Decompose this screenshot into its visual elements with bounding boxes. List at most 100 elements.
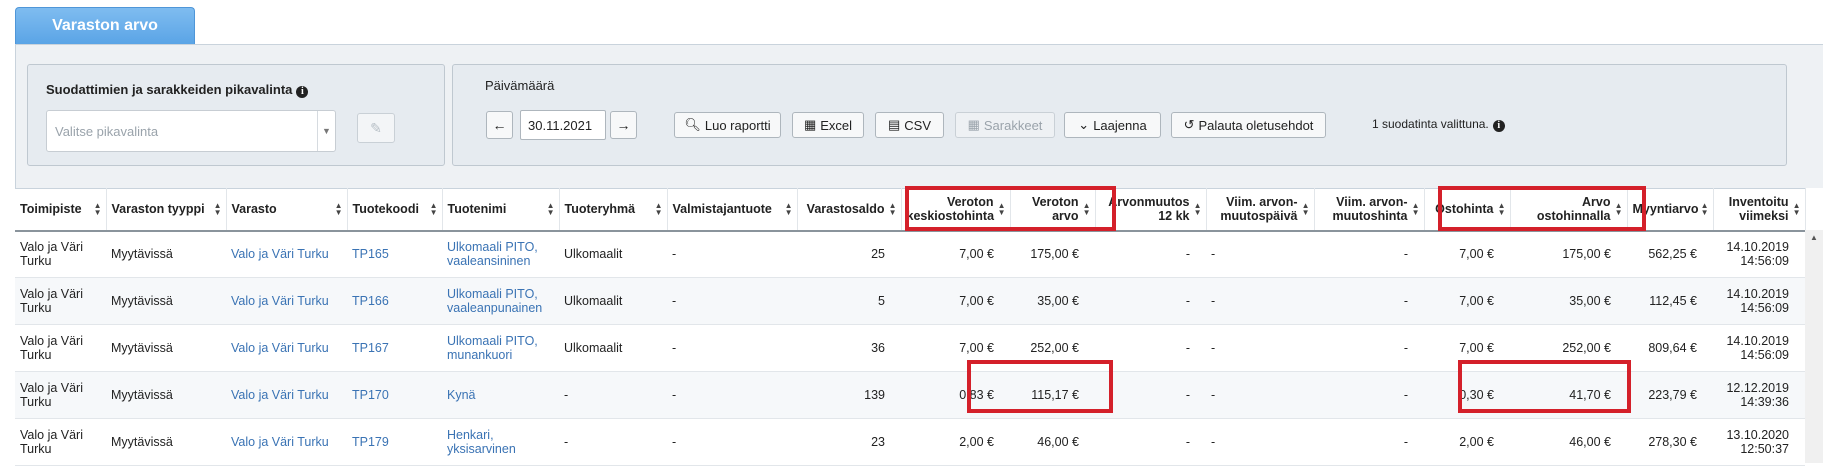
sort-icon[interactable]: ▲ ▼ [335,202,343,217]
search-icon: 🔍︎ [684,117,701,132]
column-header[interactable]: Myyntiarvo ▲ ▼ [1627,188,1714,232]
table-cell: TP179 [347,418,442,466]
sort-icon[interactable]: ▲ ▼ [889,202,897,217]
table-cell: Ulkomaali PITO, vaaleansininen [442,230,559,278]
table-cell-link[interactable]: Henkari, yksisarvinen [447,428,516,456]
column-header[interactable]: Inventoitu viimeksi ▲ ▼ [1713,188,1806,232]
column-header[interactable]: Valmistajantuote ▲ ▼ [667,188,798,232]
table-cell: TP170 [347,371,442,419]
table-cell: 7,00 € [1424,324,1510,372]
sort-icon[interactable]: ▲ ▼ [214,202,222,217]
sort-icon[interactable]: ▲ ▼ [1302,202,1310,217]
column-header[interactable]: Arvonmuutos 12 kk ▲ ▼ [1095,188,1207,232]
edit-icon: ✎ [370,119,382,136]
column-header[interactable]: Veroton arvo ▲ ▼ [1010,188,1096,232]
column-header[interactable]: Tuotenimi ▲ ▼ [442,188,560,232]
column-header-label: Varaston tyyppi [111,202,205,217]
vertical-scrollbar[interactable]: ▲ [1805,230,1823,463]
table-cell: Ulkomaali PITO, vaaleanpunainen [442,277,559,325]
quickselect-title: Suodattimien ja sarakkeiden pikavalinta i [46,82,309,98]
info-icon[interactable]: i [296,86,309,98]
table-cell-link[interactable]: TP179 [352,435,389,449]
edit-quickselect-button[interactable]: ✎ [357,113,395,143]
scroll-up-icon[interactable]: ▲ [1805,230,1823,246]
table-cell-link[interactable]: Valo ja Väri Turku [231,294,329,308]
csv-button[interactable]: ▤ CSV [875,112,944,138]
date-label: Päivämäärä [485,78,555,93]
prev-date-button[interactable]: ← [486,111,513,139]
sort-icon[interactable]: ▲ ▼ [998,202,1006,217]
table-cell-link[interactable]: TP170 [352,388,389,402]
table-cell: Valo ja Väri Turku [226,418,347,466]
reset-defaults-button[interactable]: ↺ Palauta oletusehdot [1171,112,1326,138]
column-header[interactable]: Varastosaldo ▲ ▼ [797,188,902,232]
columns-button[interactable]: ▦ Sarakkeet [955,112,1055,138]
sort-icon[interactable]: ▲ ▼ [655,202,663,217]
quickselect-dropdown[interactable]: Valitse pikavalinta ▼ [46,110,336,152]
table-cell: - [559,371,667,419]
column-header[interactable]: Arvo ostohinnalla ▲ ▼ [1510,188,1628,232]
table-cell: Valo ja Väri Turku [15,371,106,419]
table-cell: 252,00 € [1010,324,1095,372]
table-cell-link[interactable]: Valo ja Väri Turku [231,341,329,355]
sort-icon[interactable]: ▲ ▼ [1498,202,1506,217]
chevron-down-icon: ⌄ [1078,117,1090,132]
table-cell-link[interactable]: Valo ja Väri Turku [231,388,329,402]
column-header[interactable]: Varasto ▲ ▼ [226,188,348,232]
table-cell-link[interactable]: Kynä [447,388,476,402]
table-cell: Valo ja Väri Turku [226,277,347,325]
table-cell-link[interactable]: Ulkomaali PITO, vaaleanpunainen [447,287,542,315]
column-header[interactable]: Ostohinta ▲ ▼ [1424,188,1511,232]
create-report-button[interactable]: 🔍︎ Luo raportti [674,112,781,138]
table-cell: - [1095,324,1206,372]
table-cell: Ulkomaali PITO, munankuori [442,324,559,372]
next-date-button[interactable]: → [610,111,637,139]
table-cell-link[interactable]: Ulkomaali PITO, vaaleansininen [447,240,538,268]
column-header[interactable]: Viim. arvon-muutoshinta ▲ ▼ [1314,188,1425,232]
date-input[interactable]: 30.11.2021 [520,110,606,140]
table-cell-link[interactable]: Ulkomaali PITO, munankuori [447,334,538,362]
column-header-label: Veroton arvo [1031,195,1079,224]
sort-icon[interactable]: ▲ ▼ [1615,202,1623,217]
table-cell: - [559,418,667,466]
column-header-label: Arvo ostohinnalla [1536,195,1611,224]
sort-icon[interactable]: ▲ ▼ [1412,202,1420,217]
sort-icon[interactable]: ▲ ▼ [430,202,438,217]
table-cell-link[interactable]: TP166 [352,294,389,308]
column-header[interactable]: Veroton keskiostohinta ▲ ▼ [901,188,1011,232]
table-cell: Valo ja Väri Turku [226,324,347,372]
sort-icon[interactable]: ▲ ▼ [1701,202,1709,217]
table-cell: 0,83 € [901,371,1010,419]
table-cell: 23 [797,418,901,466]
sort-icon[interactable]: ▲ ▼ [547,202,555,217]
table-cell-link[interactable]: TP165 [352,247,389,261]
expand-button[interactable]: ⌄ Laajenna [1064,112,1161,138]
excel-button[interactable]: ▦ Excel [792,112,864,138]
table-cell-link[interactable]: Valo ja Väri Turku [231,435,329,449]
table-cell: - [1095,277,1206,325]
info-icon[interactable]: i [1492,120,1505,132]
table-cell: 7,00 € [1424,230,1510,278]
table-cell: TP165 [347,230,442,278]
undo-icon: ↺ [1183,117,1195,132]
table-cell: 25 [797,230,901,278]
table-cell: 7,00 € [1424,277,1510,325]
table-cell-link[interactable]: Valo ja Väri Turku [231,247,329,261]
quickselect-placeholder: Valitse pikavalinta [55,124,159,139]
table-cell: - [1206,418,1314,466]
column-header[interactable]: Varaston tyyppi ▲ ▼ [106,188,227,232]
sort-icon[interactable]: ▲ ▼ [1083,202,1091,217]
sort-icon[interactable]: ▲ ▼ [1793,202,1801,217]
table-cell-link[interactable]: TP167 [352,341,389,355]
table-cell: 5 [797,277,901,325]
column-header[interactable]: Viim. arvon-muutospäivä ▲ ▼ [1206,188,1315,232]
sort-icon[interactable]: ▲ ▼ [94,202,102,217]
column-header[interactable]: Tuoteryhmä ▲ ▼ [559,188,668,232]
column-header[interactable]: Toimipiste ▲ ▼ [15,188,107,232]
tab-varaston-arvo[interactable]: Varaston arvo [15,7,195,44]
column-header-label: Viim. arvon-muutospäivä [1220,195,1298,224]
sort-icon[interactable]: ▲ ▼ [785,202,793,217]
sort-icon[interactable]: ▲ ▼ [1194,202,1202,217]
column-header[interactable]: Tuotekoodi ▲ ▼ [347,188,443,232]
table-cell: TP167 [347,324,442,372]
